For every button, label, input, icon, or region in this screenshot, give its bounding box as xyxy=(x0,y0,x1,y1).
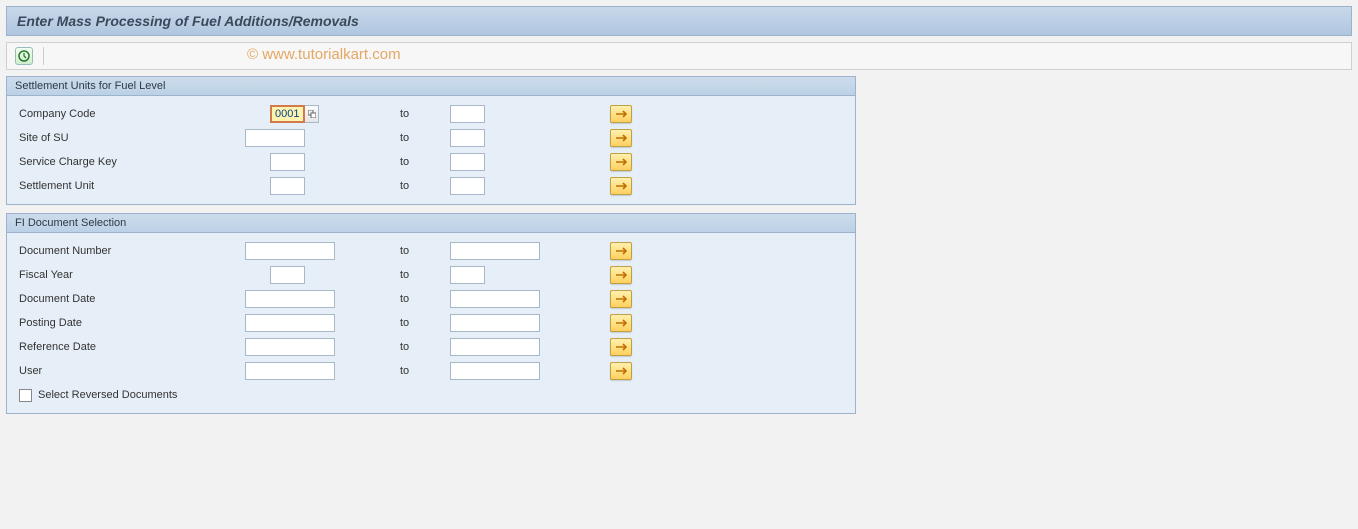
multiple-selection-button[interactable] xyxy=(610,314,632,332)
multiple-selection-button[interactable] xyxy=(610,153,632,171)
document-number-from-input[interactable] xyxy=(245,242,335,260)
to-label: to xyxy=(400,317,450,329)
row-document-date: Document Date to xyxy=(15,287,847,311)
watermark: © www.tutorialkart.com xyxy=(247,46,401,63)
row-site-of-su: Site of SU to xyxy=(15,126,847,150)
multiple-selection-button[interactable] xyxy=(610,266,632,284)
group-header: Settlement Units for Fuel Level xyxy=(7,77,855,96)
group-fi-document: FI Document Selection Document Number to… xyxy=(6,213,856,414)
to-label: to xyxy=(400,269,450,281)
document-number-to-input[interactable] xyxy=(450,242,540,260)
user-from-input[interactable] xyxy=(245,362,335,380)
label-user: User xyxy=(15,365,245,377)
row-settlement-unit: Settlement Unit to xyxy=(15,174,847,198)
to-label: to xyxy=(400,180,450,192)
label-reference-date: Reference Date xyxy=(15,341,245,353)
label-company-code: Company Code xyxy=(15,108,245,120)
f4-help-icon[interactable] xyxy=(305,105,319,123)
toolbar-separator xyxy=(43,47,44,65)
row-user: User to xyxy=(15,359,847,383)
to-label: to xyxy=(400,108,450,120)
multiple-selection-button[interactable] xyxy=(610,362,632,380)
site-of-su-to-input[interactable] xyxy=(450,129,485,147)
reference-date-to-input[interactable] xyxy=(450,338,540,356)
multiple-selection-button[interactable] xyxy=(610,242,632,260)
row-document-number: Document Number to xyxy=(15,239,847,263)
row-company-code: Company Code to xyxy=(15,102,847,126)
label-posting-date: Posting Date xyxy=(15,317,245,329)
service-charge-key-from-input[interactable] xyxy=(270,153,305,171)
row-select-reversed: Select Reversed Documents xyxy=(15,383,847,407)
select-reversed-label: Select Reversed Documents xyxy=(38,389,177,401)
settlement-unit-to-input[interactable] xyxy=(450,177,485,195)
toolbar: © www.tutorialkart.com xyxy=(6,42,1352,70)
fiscal-year-from-input[interactable] xyxy=(270,266,305,284)
label-site-of-su: Site of SU xyxy=(15,132,245,144)
row-service-charge-key: Service Charge Key to xyxy=(15,150,847,174)
to-label: to xyxy=(400,156,450,168)
row-reference-date: Reference Date to xyxy=(15,335,847,359)
settlement-unit-from-input[interactable] xyxy=(270,177,305,195)
execute-icon[interactable] xyxy=(15,47,33,65)
label-document-number: Document Number xyxy=(15,245,245,257)
to-label: to xyxy=(400,341,450,353)
row-fiscal-year: Fiscal Year to xyxy=(15,263,847,287)
posting-date-to-input[interactable] xyxy=(450,314,540,332)
page-title: Enter Mass Processing of Fuel Additions/… xyxy=(6,6,1352,36)
posting-date-from-input[interactable] xyxy=(245,314,335,332)
multiple-selection-button[interactable] xyxy=(610,338,632,356)
reference-date-from-input[interactable] xyxy=(245,338,335,356)
multiple-selection-button[interactable] xyxy=(610,290,632,308)
document-date-to-input[interactable] xyxy=(450,290,540,308)
to-label: to xyxy=(400,132,450,144)
to-label: to xyxy=(400,293,450,305)
row-posting-date: Posting Date to xyxy=(15,311,847,335)
to-label: to xyxy=(400,245,450,257)
group-settlement-units: Settlement Units for Fuel Level Company … xyxy=(6,76,856,205)
service-charge-key-to-input[interactable] xyxy=(450,153,485,171)
multiple-selection-button[interactable] xyxy=(610,129,632,147)
fiscal-year-to-input[interactable] xyxy=(450,266,485,284)
company-code-to-input[interactable] xyxy=(450,105,485,123)
user-to-input[interactable] xyxy=(450,362,540,380)
group-header: FI Document Selection xyxy=(7,214,855,233)
multiple-selection-button[interactable] xyxy=(610,177,632,195)
label-fiscal-year: Fiscal Year xyxy=(15,269,245,281)
label-settlement-unit: Settlement Unit xyxy=(15,180,245,192)
document-date-from-input[interactable] xyxy=(245,290,335,308)
company-code-from-input[interactable] xyxy=(270,105,305,123)
select-reversed-checkbox[interactable] xyxy=(19,389,32,402)
site-of-su-from-input[interactable] xyxy=(245,129,305,147)
to-label: to xyxy=(400,365,450,377)
label-service-charge-key: Service Charge Key xyxy=(15,156,245,168)
multiple-selection-button[interactable] xyxy=(610,105,632,123)
label-document-date: Document Date xyxy=(15,293,245,305)
